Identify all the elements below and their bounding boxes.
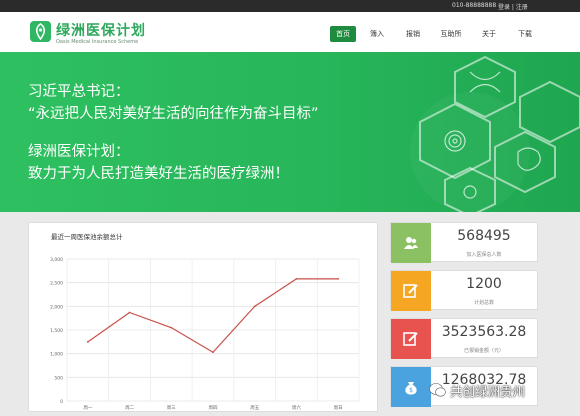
stat-label: 加入医保总人数 [466,252,502,258]
nav-about[interactable]: 关于 [474,26,504,42]
edit-icon [391,271,431,311]
y-tick-label: 500 [54,375,63,381]
banner-heading-1: 习近平总书记： [28,84,130,100]
money-bag-icon: $ [391,367,431,407]
login-register-link[interactable]: 登录 | 注册 [498,2,528,11]
brand-subtitle: Oasis Medical Insurance Scheme [56,39,139,45]
stat-label: 已报销金额（元） [463,348,504,354]
data-point [337,277,340,280]
stat-card-reimbursed: 3523563.28 已报销金额（元） [390,318,538,359]
stat-value: 568495 [457,228,511,244]
nav-reimburse[interactable]: 报销 [398,26,428,42]
x-tick-label: 周五 [250,405,259,411]
y-tick-label: 2,500 [50,281,63,287]
y-tick-label: 0 [60,399,63,405]
x-tick-label: 周一 [83,405,92,411]
hotline-phone: 010-88888888 [452,2,497,9]
data-point [170,326,173,329]
watermark-text: 共创绿洲贵州 [450,384,526,399]
banner-slogan: 致力于为人民打造美好生活的医疗绿洲！ [28,166,289,182]
data-point [86,340,89,343]
data-point [253,305,256,308]
y-tick-label: 1,000 [50,352,63,358]
x-tick-label: 周三 [167,405,176,411]
balance-series-line [87,278,339,354]
top-bar: 010-88888888 登录 | 注册 [0,0,580,12]
users-icon [391,223,431,263]
stat-card-members: 568495 加入医保总人数 [390,222,538,263]
data-point [128,311,131,314]
y-tick-label: 1,500 [50,328,63,334]
stat-card-plans: 1200 计划总数 [390,270,538,311]
stat-value: 1200 [466,276,502,292]
edit-icon [391,319,431,359]
banner-quote: “永远把人民对美好生活的向往作为奋斗目标” [28,106,319,122]
x-tick-label: 周日 [334,405,343,411]
logo-icon[interactable] [30,21,51,42]
brand-name[interactable]: 绿洲医保计划 [56,20,146,40]
nav-mutual-aid[interactable]: 互助所 [434,26,468,42]
medical-hexagon-graphic [410,55,580,212]
nav-join[interactable]: 簿入 [362,26,392,42]
balance-chart-card: 最近一周医保池余额总计 0 500 1,000 1,500 2,000 2,500 3,00… [28,222,378,412]
y-tick-label: 2,000 [50,304,63,310]
svg-text:$: $ [409,387,413,394]
x-tick-label: 周二 [125,405,134,411]
data-point [212,351,214,354]
hero-banner: 习近平总书记： “永远把人民对美好生活的向往作为奋斗目标” 绿洲医保计划： 致力… [0,52,580,212]
x-tick-label: 周四 [209,405,218,411]
stat-value: 3523563.28 [441,324,527,340]
data-point [295,277,298,280]
x-tick-label: 周六 [292,404,301,411]
nav-home[interactable]: 首页 [330,26,356,42]
banner-heading-2: 绿洲医保计划： [28,144,130,160]
nav-download[interactable]: 下载 [510,26,540,42]
header-nav: 绿洲医保计划 Oasis Medical Insurance Scheme 首页… [0,12,580,52]
wechat-icon [429,383,446,397]
balance-line-chart: 0 500 1,000 1,500 2,000 2,500 3,000 周一 周二 周三 周四 周五 周… [50,257,360,411]
y-tick-label: 3,000 [50,257,63,263]
stat-label: 计划总数 [473,300,494,306]
